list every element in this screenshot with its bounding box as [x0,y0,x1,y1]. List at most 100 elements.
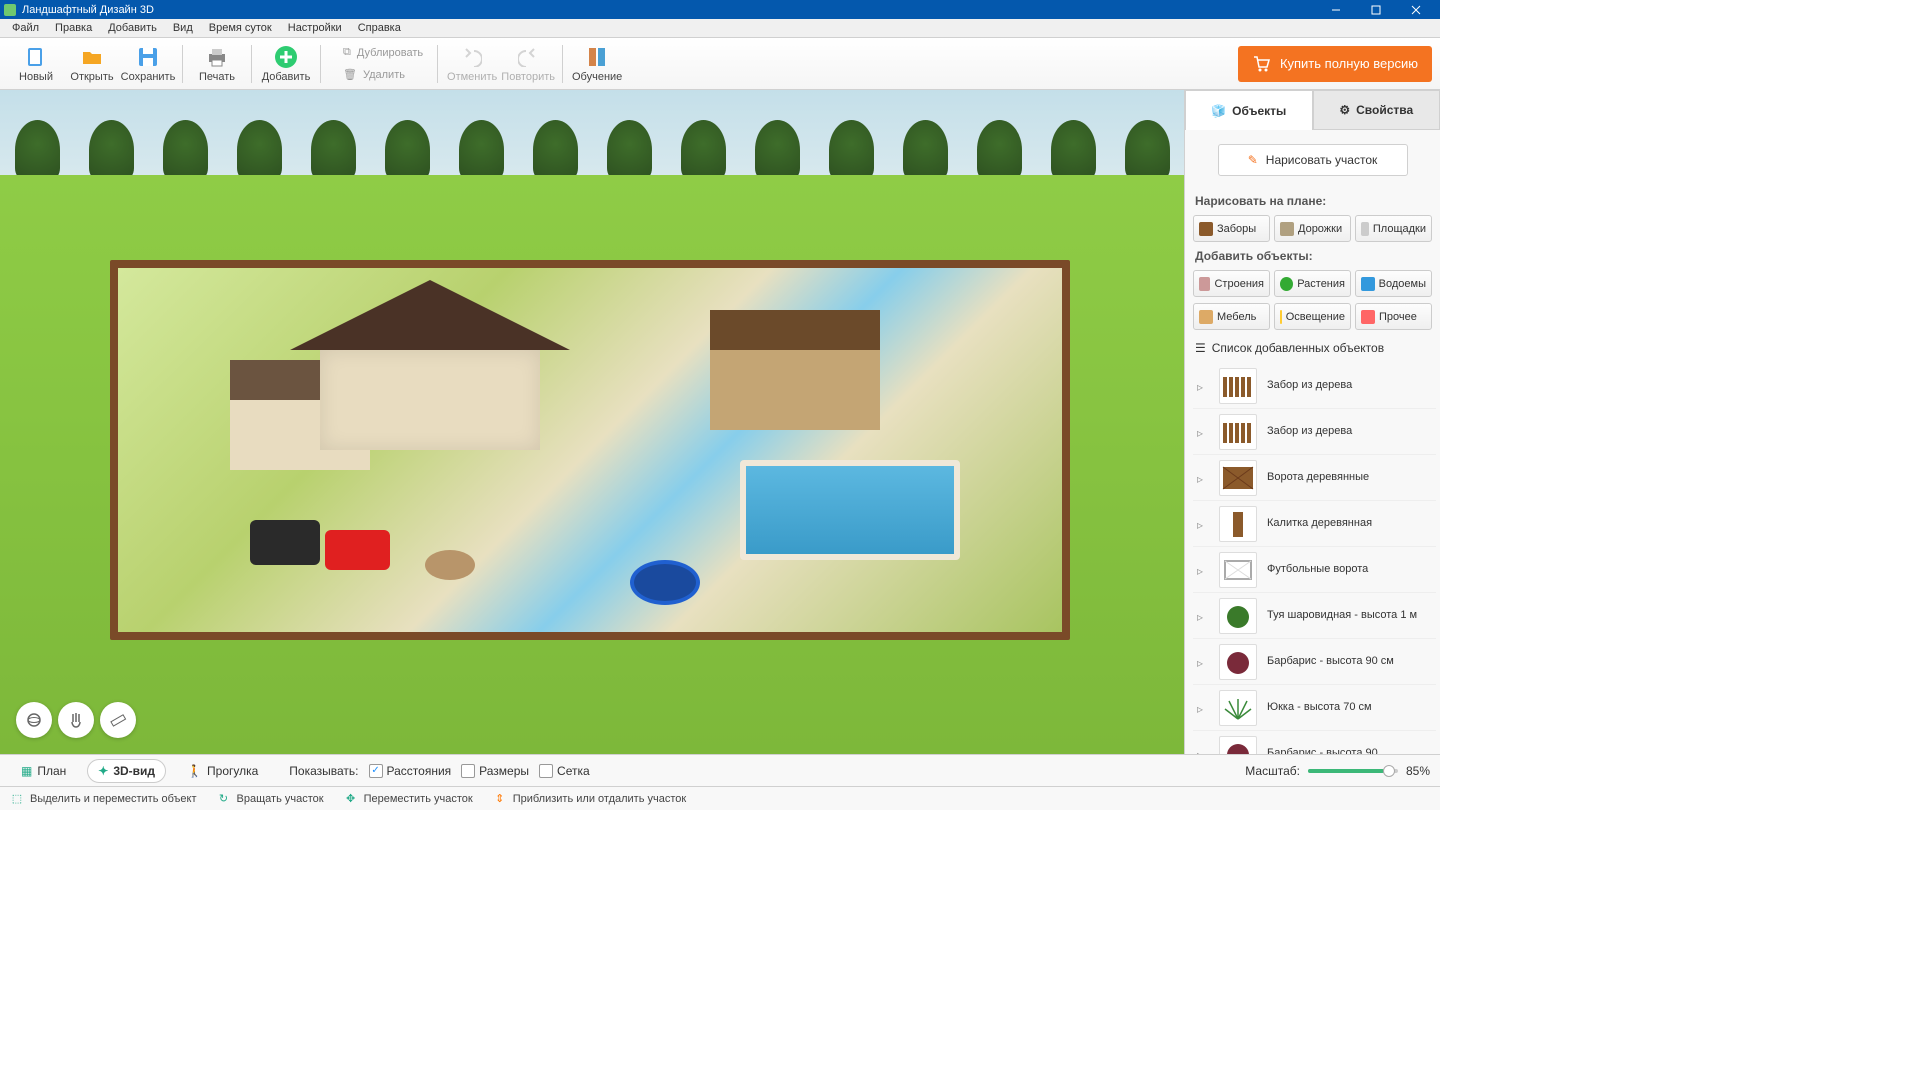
close-button[interactable] [1396,0,1436,19]
tab-properties[interactable]: ⚙Свойства [1313,90,1441,130]
save-icon [136,45,160,69]
item-thumb [1219,736,1257,755]
tab-objects[interactable]: 🧊Объекты [1185,90,1313,130]
category-plants[interactable]: Растения [1274,270,1351,297]
rotate-icon: ↻ [217,792,231,806]
list-item[interactable]: ▹Забор из дерева [1193,363,1436,409]
cart-icon [1252,55,1270,73]
orbit-tool[interactable] [16,702,52,738]
item-name: Барбарис - высота 90 [1267,747,1432,754]
plan-icon: ▦ [21,764,32,778]
chair-icon [1199,310,1213,324]
menu-help[interactable]: Справка [350,20,409,36]
pencil-icon: ✎ [1248,153,1258,167]
list-item[interactable]: ▹Ворота деревянные [1193,455,1436,501]
plot-scene [110,260,1070,640]
item-thumb [1219,644,1257,680]
delete-button: 🗑Удалить [335,65,431,85]
open-button[interactable]: Открыть [64,39,120,89]
view-walk[interactable]: 🚶Прогулка [176,759,269,783]
category-water[interactable]: Водоемы [1355,270,1432,297]
walk-icon: 🚶 [187,764,202,778]
duplicate-button: ⧉Дублировать [335,43,431,63]
new-icon [24,45,48,69]
category-paths[interactable]: Дорожки [1274,215,1351,242]
app-icon [4,4,16,16]
checkbox-distances[interactable]: ✓Расстояния [369,764,452,778]
checkbox-sizes[interactable]: Размеры [461,764,529,778]
menu-time[interactable]: Время суток [201,20,280,36]
misc-icon [1361,310,1375,324]
item-type-icon: ▹ [1197,518,1209,530]
duplicate-icon: ⧉ [343,46,351,59]
view-3d[interactable]: ✦3D-вид [87,759,166,783]
undo-button: Отменить [444,39,500,89]
tree-icon [1280,277,1293,291]
buy-button[interactable]: Купить полную версию [1238,46,1432,82]
lamp-icon [1280,310,1282,324]
status-bar: ⬚Выделить и переместить объект ↻Вращать … [0,786,1440,810]
add-section-title: Добавить объекты: [1185,245,1440,267]
list-item[interactable]: ▹Футбольные ворота [1193,547,1436,593]
item-name: Футбольные ворота [1267,563,1432,576]
item-type-icon: ▹ [1197,702,1209,714]
bottom-bar: ▦План ✦3D-вид 🚶Прогулка Показывать: ✓Рас… [0,754,1440,786]
fence-icon [1199,222,1213,236]
item-thumb [1219,460,1257,496]
new-button[interactable]: Новый [8,39,64,89]
list-item[interactable]: ▹ Калитка деревянная [1193,501,1436,547]
view-plan[interactable]: ▦План [10,759,77,783]
cursor-icon: ⬚ [10,792,24,806]
redo-button: Повторить [500,39,556,89]
side-panel: 🧊Объекты ⚙Свойства ✎ Нарисовать участок … [1184,90,1440,754]
gear-icon: ⚙ [1339,103,1350,117]
menu-view[interactable]: Вид [165,20,201,36]
menu-edit[interactable]: Правка [47,20,100,36]
draw-section-title: Нарисовать на плане: [1185,190,1440,212]
item-name: Туя шаровидная - высота 1 м [1267,609,1432,622]
scale-label: Масштаб: [1245,764,1300,778]
minimize-button[interactable] [1316,0,1356,19]
trash-icon: 🗑 [343,68,357,81]
show-label: Показывать: [289,764,358,778]
list-item[interactable]: ▹ Юкка - высота 70 см [1193,685,1436,731]
menu-file[interactable]: Файл [4,20,47,36]
book-icon [585,45,609,69]
list-item[interactable]: ▹Туя шаровидная - высота 1 м [1193,593,1436,639]
category-furniture[interactable]: Мебель [1193,303,1270,330]
item-type-icon: ▹ [1197,380,1209,392]
category-lighting[interactable]: Освещение [1274,303,1351,330]
list-item[interactable]: ▹Барбарис - высота 90 см [1193,639,1436,685]
save-button[interactable]: Сохранить [120,39,176,89]
toolbar: Новый Открыть Сохранить Печать Добавить … [0,38,1440,90]
category-fences[interactable]: Заборы [1193,215,1270,242]
object-list[interactable]: ▹Забор из дерева▹Забор из дерева▹Ворота … [1185,363,1440,754]
menu-settings[interactable]: Настройки [280,20,350,36]
item-thumb [1219,690,1257,726]
menu-add[interactable]: Добавить [100,20,165,36]
undo-icon [460,45,484,69]
item-type-icon: ▹ [1197,748,1209,755]
add-icon [274,45,298,69]
item-name: Юкка - высота 70 см [1267,701,1432,714]
list-item[interactable]: ▹ Барбарис - высота 90 [1193,731,1436,754]
item-name: Калитка деревянная [1267,517,1432,530]
draw-plot-button[interactable]: ✎ Нарисовать участок [1218,144,1408,176]
category-buildings[interactable]: Строения [1193,270,1270,297]
add-button[interactable]: Добавить [258,39,314,89]
item-thumb [1219,414,1257,450]
measure-tool[interactable] [100,702,136,738]
maximize-button[interactable] [1356,0,1396,19]
category-areas[interactable]: Площадки [1355,215,1432,242]
list-item[interactable]: ▹Забор из дерева [1193,409,1436,455]
learn-button[interactable]: Обучение [569,39,625,89]
app-title: Ландшафтный Дизайн 3D [22,4,1316,16]
checkbox-grid[interactable]: Сетка [539,764,590,778]
category-other[interactable]: Прочее [1355,303,1432,330]
item-type-icon: ▹ [1197,426,1209,438]
viewport-3d[interactable] [0,90,1184,754]
print-button[interactable]: Печать [189,39,245,89]
item-thumb [1219,598,1257,634]
zoom-slider[interactable] [1308,769,1398,773]
pan-tool[interactable] [58,702,94,738]
